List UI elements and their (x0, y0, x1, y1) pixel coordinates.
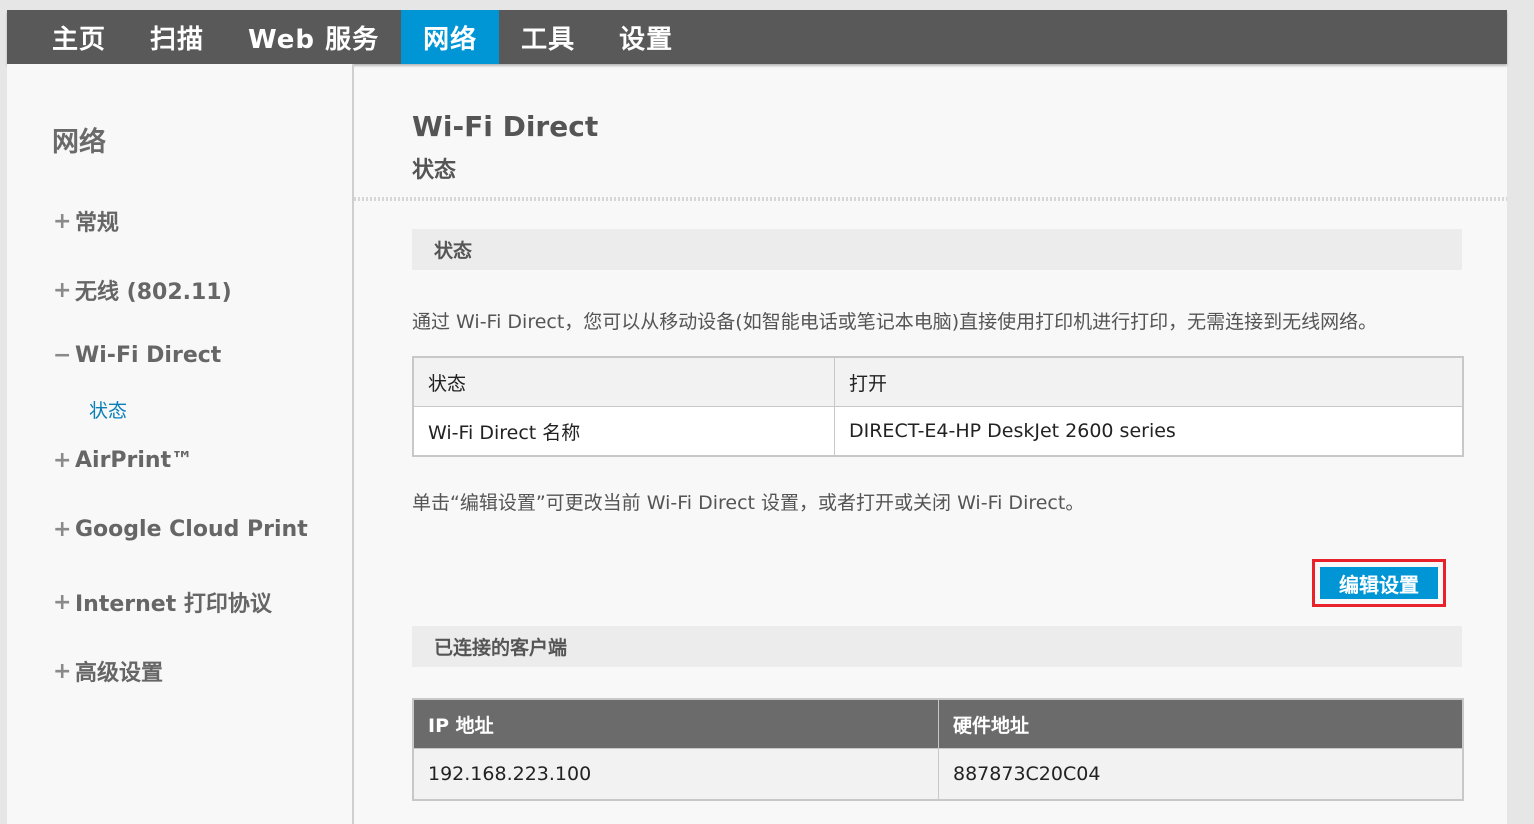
sidebar-item-label: Wi-Fi Direct (75, 343, 222, 368)
tab-scan[interactable]: 扫描 (128, 10, 226, 64)
expand-icon: + (53, 658, 72, 684)
sidebar-item-label: Google Cloud Print (75, 517, 308, 542)
top-navigation: 主页 扫描 Web 服务 网络 工具 设置 (7, 10, 1507, 64)
sidebar: 网络 + 常规 + 无线 (802.11) − Wi-Fi Direct 状态 … (7, 64, 354, 824)
page-title: Wi-Fi Direct (412, 110, 599, 143)
expand-icon: + (53, 517, 72, 542)
sidebar-subitem-status[interactable]: 状态 (89, 396, 127, 423)
table-row: 状态 打开 (412, 356, 1464, 407)
table-cell-label: Wi-Fi Direct 名称 (412, 406, 835, 457)
status-section-header: 状态 (412, 229, 1462, 270)
table-cell-label: 状态 (412, 356, 835, 407)
table-cell-mac: 887873C20C04 (938, 748, 1464, 801)
table-cell-value: DIRECT-E4-HP DeskJet 2600 series (834, 406, 1464, 457)
printer-web-page: 主页 扫描 Web 服务 网络 工具 设置 网络 + 常规 + 无线 (802.… (7, 10, 1507, 824)
sidebar-item-advanced[interactable]: + 高级设置 (53, 655, 163, 687)
table-header-row: IP 地址 硬件地址 (412, 698, 1464, 749)
main-content: Wi-Fi Direct 状态 状态 通过 Wi-Fi Direct，您可以从移… (354, 64, 1507, 824)
table-cell-ip: 192.168.223.100 (412, 748, 939, 801)
edit-settings-button[interactable]: 编辑设置 (1320, 567, 1438, 599)
table-row: 192.168.223.100 887873C20C04 (412, 748, 1464, 801)
table-cell-value: 打开 (834, 356, 1464, 407)
column-header-mac: 硬件地址 (938, 698, 1464, 749)
edit-hint: 单击“编辑设置”可更改当前 Wi-Fi Direct 设置，或者打开或关闭 Wi… (412, 492, 1085, 514)
clients-table: IP 地址 硬件地址 192.168.223.100 887873C20C04 (412, 698, 1464, 801)
section-heading: 状态 (434, 240, 473, 262)
page-subtitle: 状态 (412, 158, 457, 183)
sidebar-item-google-cloud-print[interactable]: + Google Cloud Print (53, 517, 308, 542)
sidebar-item-airprint[interactable]: + AirPrint™ (53, 448, 193, 473)
collapse-icon: − (53, 343, 72, 368)
sidebar-item-label: 常规 (75, 211, 120, 236)
clients-section-header: 已连接的客户端 (412, 626, 1462, 667)
sidebar-item-label: AirPrint™ (75, 448, 194, 473)
expand-icon: + (53, 448, 72, 473)
expand-icon: + (53, 277, 72, 303)
sidebar-item-wireless[interactable]: + 无线 (802.11) (53, 274, 232, 306)
sidebar-title: 网络 (52, 127, 106, 158)
sidebar-item-label: 高级设置 (75, 661, 164, 686)
status-table: 状态 打开 Wi-Fi Direct 名称 DIRECT-E4-HP DeskJ… (412, 356, 1464, 457)
status-description: 通过 Wi-Fi Direct，您可以从移动设备(如智能电话或笔记本电脑)直接使… (412, 311, 1378, 333)
sidebar-item-wifi-direct[interactable]: − Wi-Fi Direct (53, 343, 221, 368)
sidebar-item-ipp[interactable]: + Internet 打印协议 (53, 586, 272, 618)
tab-home[interactable]: 主页 (7, 10, 128, 64)
edit-button-highlight: 编辑设置 (1312, 559, 1446, 607)
tab-web-services[interactable]: Web 服务 (226, 10, 401, 64)
section-heading: 已连接的客户端 (434, 637, 568, 659)
column-header-ip: IP 地址 (412, 698, 939, 749)
sidebar-item-general[interactable]: + 常规 (53, 205, 119, 237)
table-row: Wi-Fi Direct 名称 DIRECT-E4-HP DeskJet 260… (412, 406, 1464, 457)
expand-icon: + (53, 589, 72, 615)
dotted-divider (354, 197, 1507, 201)
sidebar-item-label: Internet 打印协议 (75, 592, 272, 617)
tab-network[interactable]: 网络 (401, 10, 500, 64)
tab-settings[interactable]: 设置 (597, 10, 695, 64)
tab-tools[interactable]: 工具 (499, 10, 597, 64)
sidebar-item-label: 无线 (802.11) (75, 280, 232, 305)
expand-icon: + (53, 208, 72, 234)
